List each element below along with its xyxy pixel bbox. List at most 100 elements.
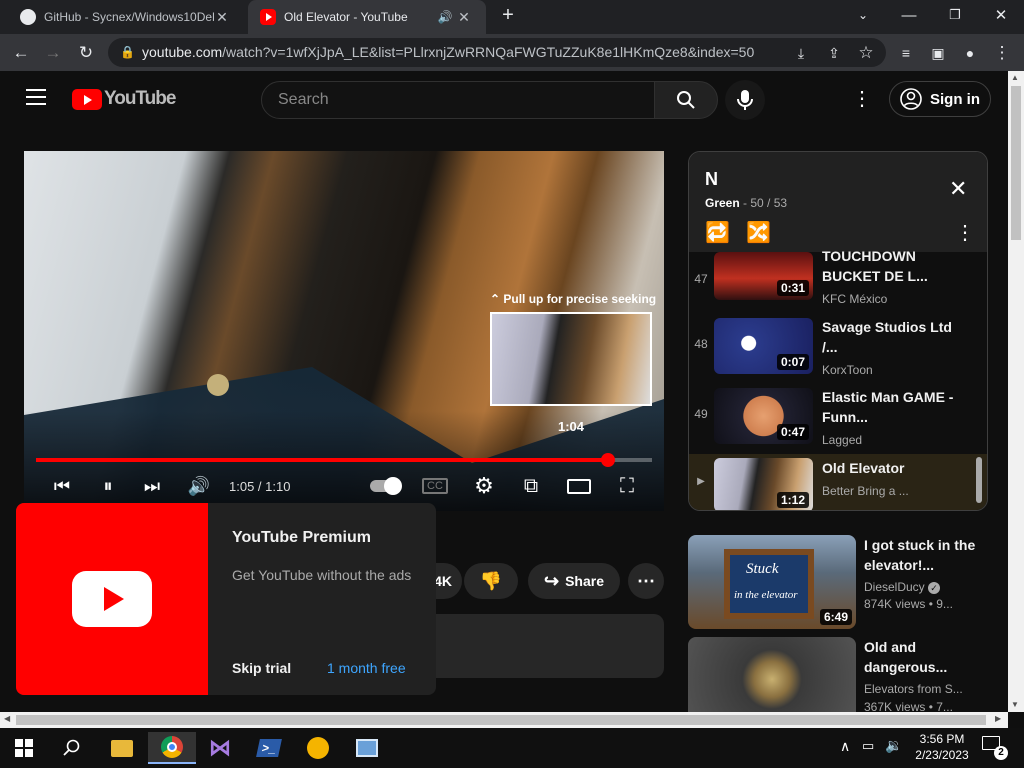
hamburger-menu-icon[interactable] [26, 89, 46, 105]
sign-in-button[interactable]: Sign in [889, 81, 991, 117]
scroll-left-arrow[interactable]: ◀ [4, 714, 10, 723]
sign-in-label: Sign in [930, 90, 980, 108]
back-icon[interactable]: ← [10, 42, 32, 64]
search-input[interactable]: Search [261, 81, 655, 119]
playlist-more-icon[interactable]: ⋮ [955, 220, 975, 245]
volume-icon[interactable]: 🔊 [186, 473, 212, 499]
playlist-item-thumbnail[interactable]: 1:12 [714, 458, 813, 510]
duration-badge: 0:31 [776, 280, 809, 296]
search-button[interactable] [654, 81, 718, 119]
close-window-button[interactable]: ✕ [978, 0, 1024, 30]
tab-search-icon[interactable]: ⌄ [840, 0, 886, 30]
horizontal-scroll-thumb[interactable] [16, 715, 986, 725]
scroll-down-arrow[interactable]: ▼ [1011, 700, 1019, 709]
url-bar[interactable]: 🔒 youtube.com/watch?v=1wfXjJpA_LE&list=P… [108, 38, 886, 67]
share-button[interactable]: ↪ Share [528, 563, 620, 599]
playlist-item-thumbnail[interactable]: 0:31 [714, 252, 813, 300]
playlist-panel: N Green - 50 / 53 ✕ 🔁 🔀 ⋮ 47 0:31 TOUCHD… [688, 151, 988, 511]
autoplay-toggle[interactable] [368, 473, 402, 499]
remote-desktop-button[interactable] [343, 732, 391, 764]
next-video-icon[interactable]: ⏭ [140, 473, 164, 499]
clock[interactable]: 3:56 PM 2/23/2023 [912, 731, 972, 763]
tab-youtube[interactable]: Old Elevator - YouTube 🔊 ✕ [248, 0, 486, 34]
close-playlist-icon[interactable]: ✕ [949, 176, 967, 202]
subtitles-icon[interactable]: CC [422, 478, 448, 494]
install-icon[interactable]: ⤓ [790, 42, 812, 64]
playlist-item-thumbnail[interactable]: 0:47 [714, 388, 813, 444]
playlist-owner[interactable]: Green [705, 196, 740, 210]
visual-studio-button[interactable]: ⋈ [196, 732, 244, 764]
chrome-taskbar-button[interactable] [148, 732, 196, 764]
video-title: Old and dangerous... [864, 639, 948, 675]
playlist-title[interactable]: N [705, 169, 718, 190]
share-page-icon[interactable]: ⇪ [823, 42, 845, 64]
forward-icon[interactable]: → [42, 42, 64, 64]
playlist-item[interactable]: 47 0:31 TOUCHDOWN BUCKET DE L... KFC Méx… [689, 248, 979, 322]
skip-trial-button[interactable]: Skip trial [232, 660, 291, 676]
audio-playing-icon[interactable]: 🔊 [434, 10, 456, 24]
github-icon [20, 9, 36, 25]
recommended-video[interactable]: Stuck in the elevator 6:49 I got stuck i… [688, 535, 998, 629]
close-tab-icon[interactable]: ✕ [214, 9, 230, 26]
shuffle-icon[interactable]: 🔀 [746, 220, 771, 245]
show-hidden-icons-icon[interactable]: ∧ [840, 738, 850, 755]
fullscreen-icon[interactable]: ⛶ [614, 473, 640, 499]
scroll-up-arrow[interactable]: ▲ [1011, 73, 1019, 82]
scroll-right-arrow[interactable]: ▶ [995, 714, 1001, 723]
description-box[interactable] [412, 614, 664, 678]
premium-promo-popup: YouTube Premium Get YouTube without the … [16, 503, 436, 695]
settings-more-icon[interactable]: ⋮ [852, 87, 872, 111]
new-tab-button[interactable]: + [490, 0, 526, 30]
visual-studio-icon: ⋈ [209, 735, 231, 760]
network-icon[interactable]: ▭ [862, 738, 874, 754]
playlist-item-current[interactable]: ▶ 1:12 Old Elevator Better Bring a ... [689, 454, 987, 510]
video-player[interactable]: ⌃ Pull up for precise seeking 1:04 ⏮ ⏸ ⏭… [24, 151, 664, 511]
notification-center-button[interactable]: 2 [982, 736, 1008, 760]
youtube-logo[interactable]: YouTube [72, 88, 176, 110]
side-panel-icon[interactable]: ▣ [927, 42, 949, 64]
volume-tray-icon[interactable]: 🔉 [885, 737, 902, 754]
theater-mode-icon[interactable] [565, 473, 593, 499]
vertical-scroll-thumb[interactable] [1011, 86, 1021, 240]
seek-hint: ⌃ Pull up for precise seeking [490, 292, 657, 306]
seek-hint-text: Pull up for precise seeking [503, 292, 657, 306]
pause-icon[interactable]: ⏸ [96, 473, 120, 499]
powershell-icon: >_ [256, 739, 282, 757]
playlist-item[interactable]: 48 0:07 Savage Studios Ltd /... KorxToon [689, 317, 979, 387]
playlist-scrollbar[interactable] [976, 457, 982, 503]
loop-icon[interactable]: 🔁 [705, 220, 730, 245]
free-trial-button[interactable]: 1 month free [327, 660, 406, 676]
settings-gear-icon[interactable]: ⚙ [471, 473, 497, 499]
browser-menu-icon[interactable]: ⋮ [991, 42, 1013, 64]
bookmark-star-icon[interactable]: ☆ [855, 42, 877, 64]
account-icon [900, 88, 922, 110]
close-tab-icon[interactable]: ✕ [456, 9, 472, 26]
playlist-item[interactable]: 49 0:47 Elastic Man GAME - Funn... Lagge… [689, 387, 979, 457]
dislike-button[interactable]: 👎 [464, 563, 518, 599]
progress-bar[interactable] [36, 453, 652, 467]
weather-button[interactable] [294, 732, 342, 764]
tab-github[interactable]: GitHub - Sycnex/Windows10Debl ✕ [8, 0, 244, 34]
voice-search-button[interactable] [725, 80, 765, 120]
reload-icon[interactable]: ↻ [75, 42, 97, 64]
youtube-logo-icon [72, 88, 102, 110]
search-taskbar-button[interactable] [48, 732, 96, 764]
playlist-item-channel: Lagged [822, 433, 863, 447]
powershell-button[interactable]: >_ [245, 732, 293, 764]
minimize-button[interactable]: — [886, 0, 932, 30]
restore-button[interactable]: ❐ [932, 0, 978, 30]
start-button[interactable] [0, 732, 48, 764]
video-title: I got stuck in the elevator!... [864, 537, 976, 573]
media-control-icon[interactable]: ≡ [895, 42, 917, 64]
lock-icon[interactable]: 🔒 [120, 38, 135, 67]
file-explorer-button[interactable] [98, 732, 146, 764]
playlist-item-index: 48 [694, 337, 708, 351]
profile-icon[interactable]: ● [959, 42, 981, 64]
video-thumbnail[interactable]: Stuck in the elevator 6:49 [688, 535, 856, 629]
miniplayer-icon[interactable]: ⧉ [518, 473, 544, 499]
youtube-favicon-icon [260, 9, 276, 25]
playlist-item-title: Elastic Man GAME - Funn... [822, 389, 954, 425]
previous-video-icon[interactable]: ⏮ [50, 473, 74, 499]
playlist-item-thumbnail[interactable]: 0:07 [714, 318, 813, 374]
more-actions-button[interactable]: ⋯ [628, 563, 664, 599]
